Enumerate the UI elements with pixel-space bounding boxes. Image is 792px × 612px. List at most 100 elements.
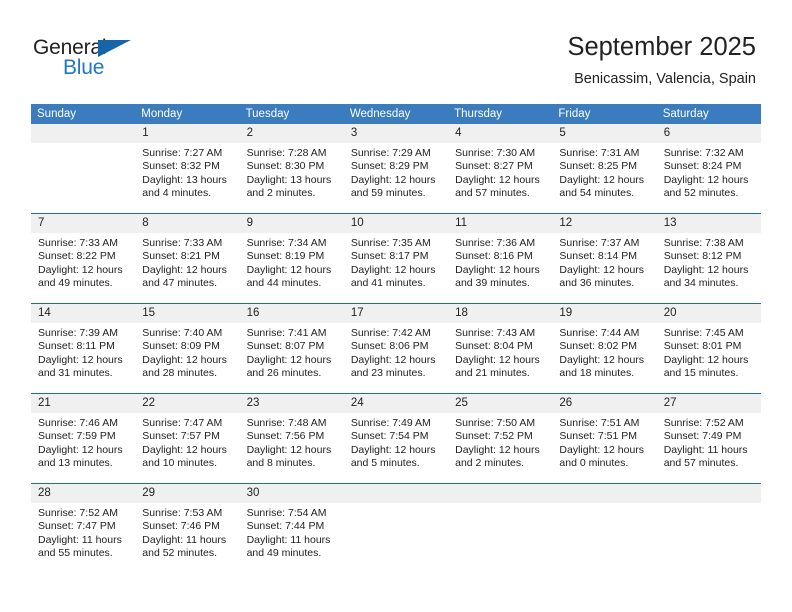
calendar-week-row: 1 2 3 4 5 6 Sunrise: 7:27 AM Sunset: 8:32 PM Day… [31,124,761,213]
day-cell[interactable]: Sunrise: 7:44 AM Sunset: 8:02 PM Daylight:… [552,323,656,393]
day-number-empty [344,484,448,503]
day-number[interactable]: 16 [240,304,344,323]
week-content-row: Sunrise: 7:46 AM Sunset: 7:59 PM Daylight:… [31,413,761,483]
calendar-grid: Sunday Monday Tuesday Wednesday Thursday Frid… [31,104,761,573]
week-content-row: Sunrise: 7:33 AM Sunset: 8:22 PM Daylight:… [31,233,761,303]
day-detail-line: Daylight: 12 hours [559,263,645,276]
day-detail-line: Daylight: 12 hours [142,443,227,456]
day-cell[interactable]: Sunrise: 7:30 AM Sunset: 8:27 PM Daylight:… [448,143,552,213]
day-number[interactable]: 12 [552,214,656,233]
day-cell[interactable]: Sunrise: 7:36 AM Sunset: 8:16 PM Daylight:… [448,233,552,303]
day-number[interactable]: 13 [657,214,761,233]
day-number[interactable]: 23 [240,394,344,413]
day-number[interactable]: 3 [344,124,448,143]
day-cell[interactable]: Sunrise: 7:42 AM Sunset: 8:06 PM Daylight:… [344,323,448,393]
day-number[interactable]: 2 [240,124,344,143]
day-number[interactable]: 10 [344,214,448,233]
day-detail-line: Sunrise: 7:40 AM [142,327,223,339]
day-cell[interactable]: Sunrise: 7:41 AM Sunset: 8:07 PM Daylight:… [240,323,344,393]
day-cell[interactable]: Sunrise: 7:53 AM Sunset: 7:46 PM Daylight:… [135,503,239,573]
day-cell[interactable]: Sunrise: 7:33 AM Sunset: 8:21 PM Daylight:… [135,233,239,303]
day-detail-line: Sunrise: 7:48 AM [246,417,327,429]
day-number[interactable]: 22 [135,394,239,413]
day-number[interactable]: 5 [552,124,656,143]
day-detail-line: Daylight: 12 hours [663,353,749,366]
day-detail-line: and 57 minutes. [455,187,530,200]
day-number[interactable]: 29 [135,484,239,503]
week-daynumber-band: 123456 [31,124,761,143]
day-detail-line: Sunrise: 7:32 AM [663,147,744,159]
day-detail-line: Sunrise: 7:35 AM [350,237,431,249]
day-detail-line: Daylight: 11 hours [38,533,122,546]
day-number[interactable]: 1 [135,124,239,143]
day-number[interactable]: 21 [31,394,135,413]
day-number[interactable]: 8 [135,214,239,233]
day-cell[interactable]: Sunrise: 7:51 AM Sunset: 7:51 PM Daylight:… [552,413,656,483]
day-number[interactable]: 19 [552,304,656,323]
day-cell[interactable]: Sunrise: 7:35 AM Sunset: 8:17 PM Daylight:… [344,233,448,303]
day-detail-line: Daylight: 12 hours [455,443,540,456]
day-cell[interactable]: Sunrise: 7:46 AM Sunset: 7:59 PM Daylight:… [31,413,135,483]
day-detail-line: Sunrise: 7:31 AM [559,147,640,159]
day-detail-line: Daylight: 12 hours [38,443,123,456]
day-detail-line: Sunrise: 7:39 AM [38,327,118,339]
day-cell[interactable]: Sunrise: 7:39 AM Sunset: 8:11 PM Daylight:… [31,323,135,393]
brand-logo[interactable]: General Blue [33,36,163,84]
day-detail-line: and 57 minutes. [663,457,739,470]
weekday-header-tuesday: Tuesday [245,108,290,120]
day-cell[interactable]: Sunrise: 7:43 AM Sunset: 8:04 PM Daylight:… [448,323,552,393]
day-detail-line: Sunset: 7:49 PM [663,430,742,443]
day-cell[interactable]: Sunrise: 7:52 AM Sunset: 7:47 PM Daylight:… [31,503,135,573]
day-number[interactable]: 17 [344,304,448,323]
weekday-header-thursday: Thursday [454,108,503,120]
day-cell[interactable]: Sunrise: 7:49 AM Sunset: 7:54 PM Daylight:… [344,413,448,483]
day-detail-line: Sunset: 7:47 PM [38,520,116,533]
day-number[interactable]: 26 [552,394,656,413]
day-cell[interactable]: Sunrise: 7:47 AM Sunset: 7:57 PM Daylight:… [135,413,239,483]
day-detail-line: Daylight: 12 hours [142,263,227,276]
day-cell[interactable]: Sunrise: 7:54 AM Sunset: 7:44 PM Daylight:… [240,503,344,573]
day-cell[interactable]: Sunrise: 7:37 AM Sunset: 8:14 PM Daylight:… [552,233,656,303]
day-cell[interactable]: Sunrise: 7:28 AM Sunset: 8:30 PM Daylight:… [240,143,344,213]
day-number[interactable]: 27 [657,394,761,413]
day-detail-line: Daylight: 11 hours [663,443,748,456]
calendar-week-row: 28 29 30 Sunrise: 7:52 AM Sunset: 7:47 PM Day… [31,483,761,573]
day-number[interactable]: 15 [135,304,239,323]
day-detail-line: Daylight: 13 hours [142,173,227,186]
day-number[interactable]: 18 [448,304,552,323]
day-cell[interactable]: Sunrise: 7:52 AM Sunset: 7:49 PM Daylight:… [657,413,761,483]
day-cell[interactable]: Sunrise: 7:29 AM Sunset: 8:29 PM Daylight:… [344,143,448,213]
day-cell[interactable]: Sunrise: 7:27 AM Sunset: 8:32 PM Daylight:… [135,143,239,213]
day-detail-line: Sunset: 8:19 PM [246,250,325,263]
day-number[interactable]: 4 [448,124,552,143]
day-number[interactable]: 14 [31,304,135,323]
day-number[interactable]: 11 [448,214,552,233]
day-detail-line: and 23 minutes. [350,367,426,380]
day-detail-line: Sunrise: 7:28 AM [246,147,327,159]
day-cell[interactable]: Sunrise: 7:32 AM Sunset: 8:24 PM Daylight:… [657,143,761,213]
day-number[interactable]: 9 [240,214,344,233]
day-detail-line: Daylight: 12 hours [350,173,436,186]
day-number[interactable]: 25 [448,394,552,413]
day-detail-line: and 54 minutes. [559,187,635,200]
day-cell[interactable]: Sunrise: 7:50 AM Sunset: 7:52 PM Daylight:… [448,413,552,483]
day-cell[interactable]: Sunrise: 7:38 AM Sunset: 8:12 PM Daylight:… [657,233,761,303]
day-number-empty [448,484,552,503]
week-daynumber-band: 7 8 9 10 11 12 13 [31,214,761,233]
day-cell[interactable]: Sunrise: 7:48 AM Sunset: 7:56 PM Daylight:… [240,413,344,483]
day-cell[interactable]: Sunrise: 7:31 AM Sunset: 8:25 PM Daylight:… [552,143,656,213]
day-detail-line: Daylight: 12 hours [38,263,123,276]
day-number[interactable]: 6 [657,124,761,143]
day-cell[interactable]: Sunrise: 7:40 AM Sunset: 8:09 PM Daylight:… [135,323,239,393]
day-number[interactable]: 20 [657,304,761,323]
day-number[interactable]: 30 [240,484,344,503]
day-cell[interactable]: Sunrise: 7:33 AM Sunset: 8:22 PM Daylight:… [31,233,135,303]
day-number[interactable]: 24 [344,394,448,413]
day-cell[interactable]: Sunrise: 7:45 AM Sunset: 8:01 PM Daylight:… [657,323,761,393]
day-detail-line: Sunrise: 7:44 AM [559,327,640,339]
day-number[interactable]: 7 [31,214,135,233]
day-number[interactable]: 28 [31,484,135,503]
day-detail-line: Sunset: 8:24 PM [663,160,742,173]
day-cell[interactable]: Sunrise: 7:34 AM Sunset: 8:19 PM Daylight:… [240,233,344,303]
day-detail-line: Sunset: 8:29 PM [350,160,429,173]
